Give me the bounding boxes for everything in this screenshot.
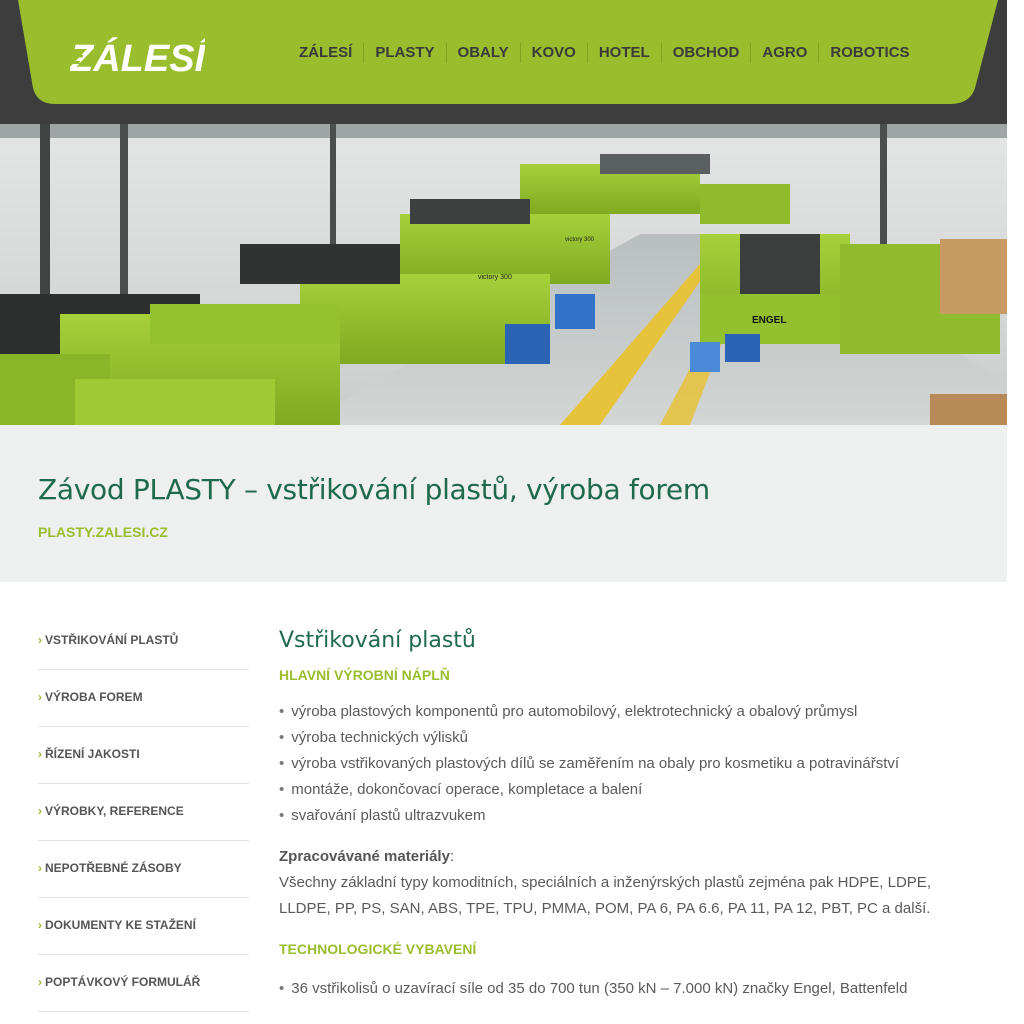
chevron-right-icon: › [38, 747, 42, 761]
nav-divider [445, 43, 447, 63]
machine-label-victory: victory 300 [478, 274, 512, 281]
nav-item-zalesi[interactable]: ZÁLESÍ [288, 41, 363, 65]
machine-label-victory: victory 300 [565, 237, 595, 243]
logo-wordmark: ZÁLESÍ [70, 36, 205, 76]
nav-divider [363, 43, 365, 63]
sidebar-menu: › VSTŘIKOVÁNÍ PLASTŮ › VÝROBA FOREM › ŘÍZEN… [38, 613, 249, 1012]
page: ZÁLESÍ ZÁLESÍ PLASTY OBALY KOVO HOTEL OB… [0, 0, 1007, 1024]
nav-item-plasty[interactable]: PLASTY [364, 41, 445, 65]
sidebar-item-vyrobky-reference[interactable]: › VÝROBKY, REFERENCE [38, 784, 249, 841]
sidebar-item-label: VÝROBA FOREM [45, 690, 143, 704]
nav-item-agro[interactable]: AGRO [751, 41, 818, 65]
nav-divider [750, 43, 752, 63]
sidebar-item-label: VÝROBKY, REFERENCE [45, 804, 184, 818]
nav-item-obchod[interactable]: OBCHOD [662, 41, 751, 65]
main-content: Vstřikování plastů HLAVNÍ VÝROBNÍ NÁPLŇ … [279, 628, 979, 1002]
nav-item-robotics[interactable]: ROBOTICS [819, 41, 920, 65]
production-list: výroba plastových komponentů pro automob… [279, 699, 979, 829]
equipment-heading: TECHNOLOGICKÉ VYBAVENÍ [279, 941, 477, 957]
sidebar-item-label: ŘÍZENÍ JAKOSTI [45, 747, 140, 761]
materials-colon: : [449, 848, 455, 865]
page-gutter [1007, 0, 1024, 1024]
nav-divider [519, 43, 521, 63]
list-item: 36 vstřikolisů o uzavírací síle od 35 do… [279, 976, 979, 1002]
sidebar-item-label: DOKUMENTY KE STAŽENÍ [45, 918, 196, 932]
sidebar-item-label: NEPOTŘEBNÉ ZÁSOBY [45, 861, 182, 875]
site-header: ZÁLESÍ ZÁLESÍ PLASTY OBALY KOVO HOTEL OB… [0, 0, 1007, 124]
list-item: výroba plastových komponentů pro automob… [279, 699, 979, 725]
list-item: výroba technických výlisků [279, 725, 979, 751]
list-item: svařování plastů ultrazvukem [279, 803, 979, 829]
chevron-right-icon: › [38, 975, 42, 989]
sidebar-item-dokumenty[interactable]: › DOKUMENTY KE STAŽENÍ [38, 898, 249, 955]
nav-item-kovo[interactable]: KOVO [521, 41, 587, 65]
plasty-site-link[interactable]: PLASTY.ZALESI.CZ [38, 524, 168, 540]
sidebar-item-label: VSTŘIKOVÁNÍ PLASTŮ [45, 633, 179, 647]
sidebar-item-rizeni-jakosti[interactable]: › ŘÍZENÍ JAKOSTI [38, 727, 249, 784]
section-title: Vstřikování plastů [279, 628, 476, 653]
sidebar-item-poptavkovy-formular[interactable]: › POPTÁVKOVÝ FORMULÁŘ [38, 955, 249, 1012]
equipment-list: 36 vstřikolisů o uzavírací síle od 35 do… [279, 976, 979, 1002]
zalesi-logo[interactable]: ZÁLESÍ [64, 28, 212, 80]
chevron-right-icon: › [38, 861, 42, 875]
main-nav: ZÁLESÍ PLASTY OBALY KOVO HOTEL OBCHOD AG… [288, 40, 921, 66]
nav-item-hotel[interactable]: HOTEL [588, 41, 661, 65]
materials-label: Zpracovávané materiály [279, 848, 450, 865]
materials-text: Všechny základní typy komoditních, speci… [279, 874, 931, 917]
chevron-right-icon: › [38, 690, 42, 704]
nav-divider [586, 43, 588, 63]
page-title: Závod PLASTY – vstřikování plastů, výrob… [38, 473, 710, 506]
production-heading: HLAVNÍ VÝROBNÍ NÁPLŇ [279, 667, 450, 683]
list-item: montáže, dokončovací operace, kompletace… [279, 777, 979, 803]
machine-label-engel: ENGEL [752, 315, 786, 326]
sidebar-item-nepotrebne-zasoby[interactable]: › NEPOTŘEBNÉ ZÁSOBY [38, 841, 249, 898]
chevron-right-icon: › [38, 633, 42, 647]
materials-block: Zpracovávané materiály: Všechny základní… [279, 844, 979, 922]
sidebar-item-vstrikovani[interactable]: › VSTŘIKOVÁNÍ PLASTŮ [38, 613, 249, 670]
nav-divider [818, 43, 820, 63]
chevron-right-icon: › [38, 804, 42, 818]
nav-divider [660, 43, 662, 63]
nav-item-obaly[interactable]: OBALY [447, 41, 520, 65]
chevron-right-icon: › [38, 918, 42, 932]
sidebar-item-label: POPTÁVKOVÝ FORMULÁŘ [45, 975, 201, 989]
list-item: výroba vstřikovaných plastových dílů se … [279, 751, 979, 777]
hero-factory-image: ENGEL victory 300 victory 300 [0, 124, 1007, 425]
sidebar-item-vyroba-forem[interactable]: › VÝROBA FOREM [38, 670, 249, 727]
